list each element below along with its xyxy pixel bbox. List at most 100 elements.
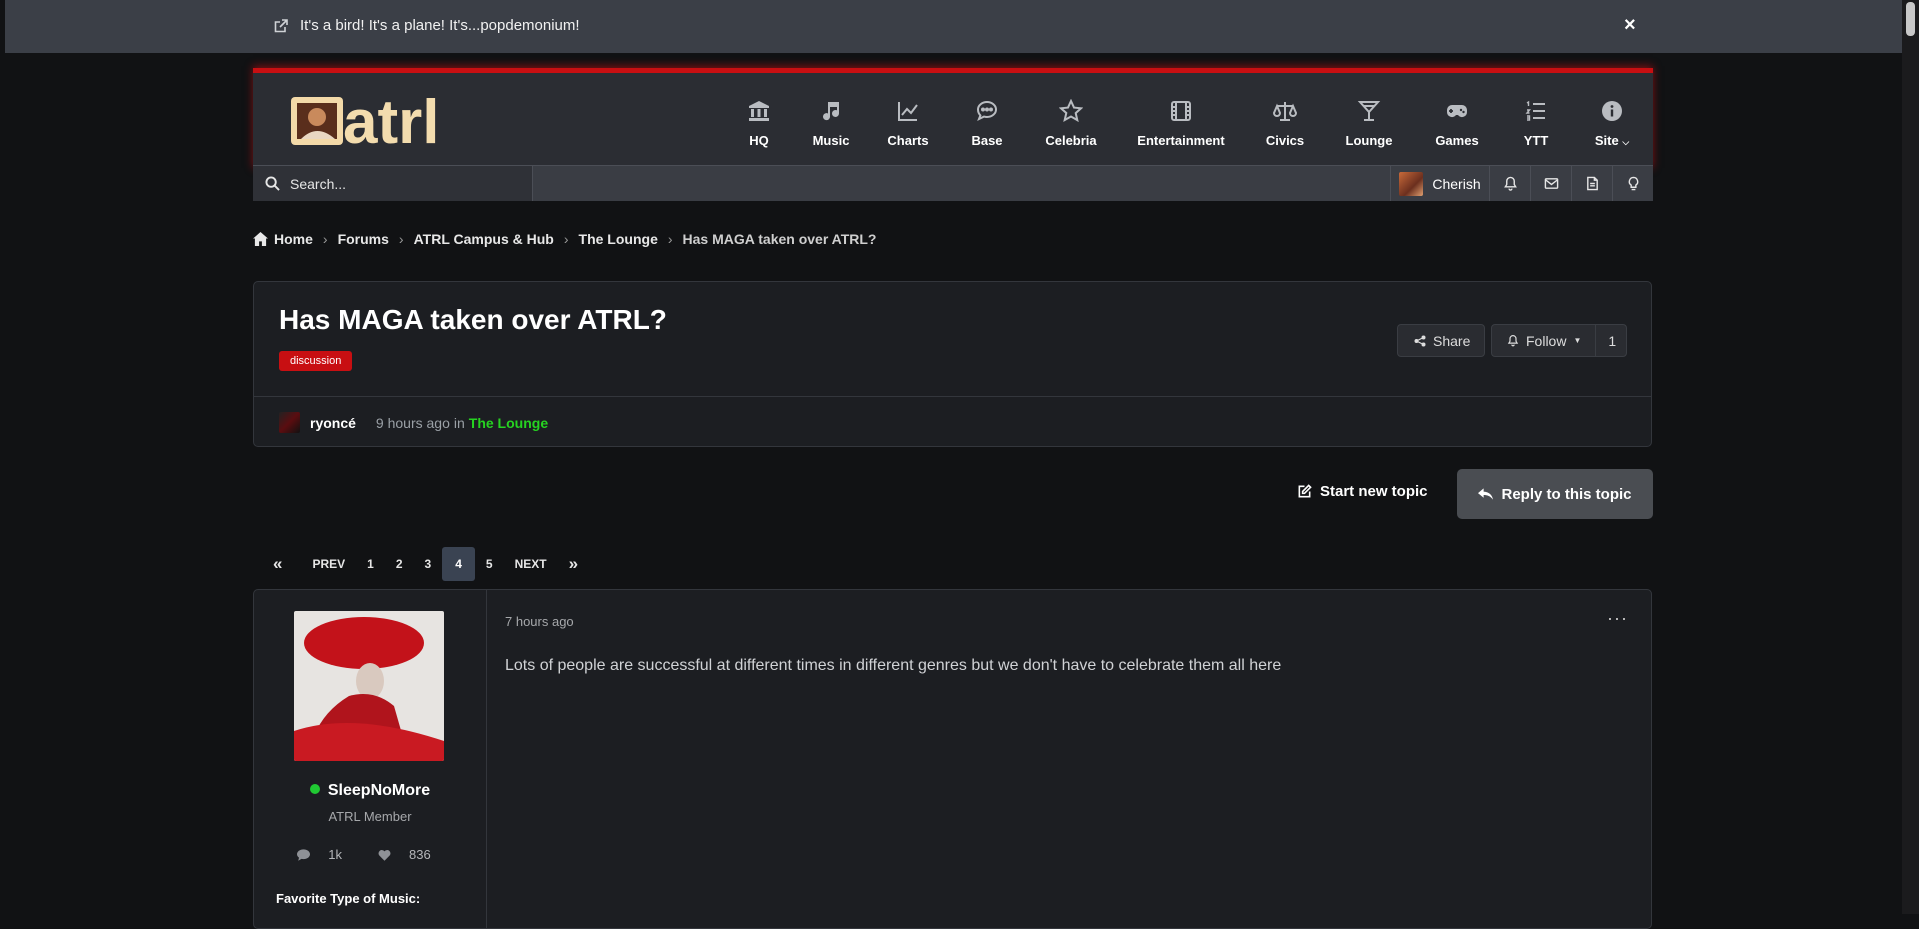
divider (254, 396, 1651, 397)
follow-label: Follow (1526, 332, 1567, 349)
atrl-logo[interactable]: atrl (289, 87, 459, 159)
star-icon (1059, 99, 1083, 123)
announcement-text[interactable]: It's a bird! It's a plane! It's...popdem… (300, 17, 580, 34)
edit-icon (1298, 484, 1312, 498)
notifications-button[interactable] (1489, 166, 1530, 201)
page-link-current[interactable]: 4 (442, 547, 475, 581)
user-profile-link[interactable]: Cherish (1390, 166, 1489, 201)
favorite-music-label: Favorite Type of Music: (276, 891, 421, 906)
search-icon (265, 176, 280, 191)
nav-item-music[interactable]: Music (795, 73, 867, 170)
page-link[interactable]: 1 (356, 547, 385, 581)
user-menu: Cherish (1390, 166, 1653, 201)
next-page-button[interactable]: NEXT (504, 547, 558, 581)
post-author[interactable]: SleepNoMore (254, 782, 486, 800)
music-note-icon (823, 102, 839, 121)
nav-item-ytt[interactable]: YTT (1501, 73, 1571, 170)
page-link[interactable]: 2 (385, 547, 414, 581)
heart-icon (378, 849, 391, 861)
topic-tag[interactable]: discussion (279, 351, 353, 371)
topic-author[interactable]: ryoncé (310, 415, 356, 431)
reputation-count: 836 (378, 847, 443, 862)
nav-label: Charts (887, 133, 929, 148)
topic-byline: ryoncé 9 hours ago in The Lounge (279, 412, 548, 433)
breadcrumb-campus-hub[interactable]: ATRL Campus & Hub (414, 231, 554, 247)
info-icon (1602, 101, 1622, 121)
nav-item-hq[interactable]: HQ (723, 73, 795, 170)
reply-button[interactable]: Reply to this topic (1457, 469, 1653, 519)
more-options-icon[interactable]: ··· (1607, 608, 1628, 629)
nav-item-entertainment[interactable]: Entertainment (1117, 73, 1245, 170)
topic-forum-link[interactable]: The Lounge (469, 415, 548, 431)
avatar[interactable] (279, 412, 300, 433)
bell-icon (1507, 335, 1519, 347)
bell-icon (1503, 176, 1517, 191)
nav-item-celebria[interactable]: Celebria (1025, 73, 1117, 170)
share-label: Share (1433, 332, 1471, 349)
nav-label: Entertainment (1137, 133, 1225, 148)
chevron-right-icon: › (563, 231, 569, 247)
topic-header-card: Has MAGA taken over ATRL? discussion Sha… (253, 281, 1652, 447)
site-header: atrl HQ Music Charts Base Celebria Enter… (253, 68, 1653, 170)
comment-icon (297, 848, 311, 861)
theme-toggle-button[interactable] (1612, 166, 1653, 201)
nav-label: Lounge (1345, 133, 1393, 148)
user-photo[interactable] (294, 611, 444, 761)
nav-item-site[interactable]: Site ⌵ (1571, 73, 1653, 170)
nav-label: Games (1435, 133, 1479, 148)
nav-item-games[interactable]: Games (1413, 73, 1501, 170)
search-input[interactable]: Search... (290, 176, 346, 192)
home-icon (253, 232, 268, 246)
last-page-icon[interactable]: » (558, 547, 589, 581)
post: SleepNoMore ATRL Member 1k 836 Favorite … (253, 589, 1652, 929)
search-field[interactable]: Search... (253, 166, 533, 201)
breadcrumb-home[interactable]: Home (274, 231, 313, 247)
nav-label: Base (971, 133, 1003, 148)
page-scrollbar[interactable] (1902, 0, 1919, 914)
follow-button[interactable]: Follow ▼ 1 (1491, 324, 1627, 357)
nav-item-civics[interactable]: Civics (1245, 73, 1325, 170)
nav-item-charts[interactable]: Charts (867, 73, 949, 170)
breadcrumb: Home › Forums › ATRL Campus & Hub › The … (253, 231, 877, 247)
nav-label: Celebria (1045, 133, 1097, 148)
member-stats: 1k 836 (254, 847, 486, 862)
post-author-panel: SleepNoMore ATRL Member 1k 836 Favorite … (254, 590, 487, 928)
messages-button[interactable] (1530, 166, 1571, 201)
reply-icon (1478, 488, 1494, 500)
prev-page-button[interactable]: PREV (301, 547, 356, 581)
chevron-right-icon: › (322, 231, 328, 247)
breadcrumb-current: Has MAGA taken over ATRL? (682, 231, 877, 247)
online-indicator (309, 784, 320, 794)
announcement-bar: It's a bird! It's a plane! It's...popdem… (5, 0, 1902, 53)
page-link[interactable]: 3 (414, 547, 443, 581)
member-role: ATRL Member (328, 809, 412, 824)
chevron-right-icon: › (398, 231, 404, 247)
main-nav: HQ Music Charts Base Celebria Entertainm… (723, 73, 1653, 170)
film-icon (1171, 101, 1191, 121)
topic-time: 9 hours ago (375, 414, 450, 431)
nav-label: YTT (1523, 133, 1549, 148)
nav-item-lounge[interactable]: Lounge (1325, 73, 1413, 170)
start-topic-label: Start new topic (1320, 483, 1428, 500)
chevron-right-icon: › (667, 231, 673, 247)
share-icon (1414, 335, 1426, 346)
start-new-topic-button[interactable]: Start new topic (1297, 483, 1428, 500)
logo-text: atrl (343, 88, 439, 157)
breadcrumb-lounge[interactable]: The Lounge (579, 231, 658, 247)
share-button[interactable]: Share (1397, 324, 1485, 357)
post-time[interactable]: 7 hours ago (505, 614, 574, 629)
pagination: « PREV 1 2 3 4 5 NEXT » (262, 547, 589, 581)
page-link[interactable]: 5 (475, 547, 504, 581)
first-page-icon[interactable]: « (262, 547, 293, 581)
post-count: 1k (297, 847, 354, 862)
lightbulb-icon (1628, 176, 1638, 191)
in-word: in (453, 414, 465, 431)
document-icon (1586, 176, 1598, 191)
page-title: Has MAGA taken over ATRL? (279, 304, 667, 335)
close-icon[interactable]: × (1624, 14, 1636, 37)
breadcrumb-forums[interactable]: Forums (338, 231, 389, 247)
reply-label: Reply to this topic (1501, 485, 1632, 503)
content-button[interactable] (1571, 166, 1612, 201)
scrollbar-thumb[interactable] (1906, 2, 1915, 36)
nav-item-base[interactable]: Base (949, 73, 1025, 170)
